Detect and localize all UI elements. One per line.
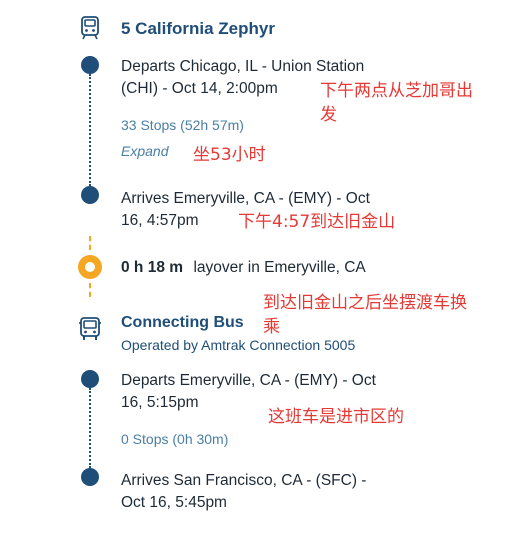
arrive-stop-dot — [81, 186, 99, 204]
annotation-note-1: 下午两点从芝加哥出 发 — [320, 79, 473, 127]
bus-arrive-line1: Arrives San Francisco, CA - (SFC) - — [121, 472, 367, 489]
annotation-note-1-line2: 发 — [320, 105, 337, 125]
annotation-note-4: 到达旧金山之后坐摆渡车换 乘 — [263, 291, 467, 339]
train-arrive-line1: Arrives Emeryville, CA - (EMY) - Oct — [121, 190, 370, 207]
annotation-note-3: 下午4:57到达旧金山 — [238, 212, 396, 232]
annotation-note-1-line1: 下午两点从芝加哥出 — [320, 81, 473, 101]
annotation-note-5: 这班车是进市区的 — [268, 407, 404, 427]
layover-description: layover in Emeryville, CA — [193, 259, 366, 276]
bus-arrive-stop-dot — [81, 468, 99, 486]
layover-info: 0 h 18 m layover in Emeryville, CA — [121, 259, 366, 277]
bus-title: Connecting Bus — [121, 314, 244, 331]
bus-depart-line1: Departs Emeryville, CA - (EMY) - Oct — [121, 372, 376, 389]
bus-route-line — [89, 388, 91, 468]
bus-stops-count: 0 Stops (0h 30m) — [121, 431, 229, 447]
train-stops-count[interactable]: 33 Stops (52h 57m) — [121, 117, 244, 133]
layover-ring-icon — [78, 255, 102, 279]
train-icon — [81, 16, 99, 40]
bus-arrive-info: Arrives San Francisco, CA - (SFC) - Oct … — [121, 470, 366, 514]
expand-link[interactable]: Expand — [121, 143, 168, 159]
depart-stop-dot — [81, 56, 99, 74]
train-route-line — [89, 74, 91, 186]
layover-line-top — [89, 236, 91, 250]
bus-arrive-line2: Oct 16, 5:45pm — [121, 494, 227, 511]
annotation-note-4-line1: 到达旧金山之后坐摆渡车换 — [263, 293, 467, 313]
annotation-note-2: 坐53小时 — [193, 145, 266, 165]
bus-icon — [79, 317, 101, 340]
train-depart-line1: Departs Chicago, IL - Union Station — [121, 58, 365, 75]
layover-line-bottom — [89, 283, 91, 297]
bus-depart-stop-dot — [81, 370, 99, 388]
annotation-note-4-line2: 乘 — [263, 317, 280, 337]
layover-duration: 0 h 18 m — [121, 259, 184, 276]
train-title: 5 California Zephyr — [121, 19, 275, 38]
bus-operator: Operated by Amtrak Connection 5005 — [121, 337, 356, 353]
